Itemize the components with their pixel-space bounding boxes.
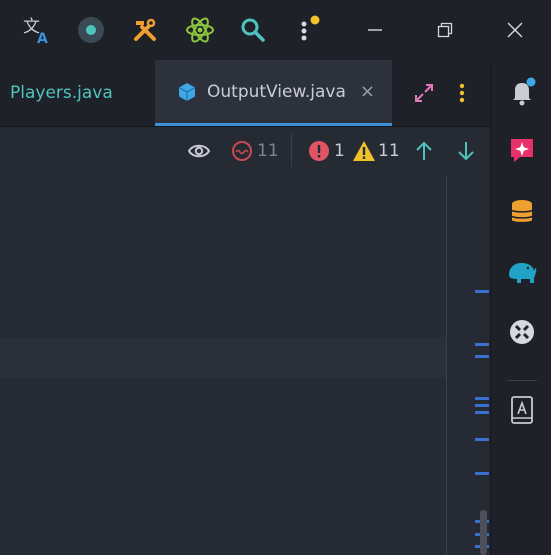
java-class-icon [177,82,197,102]
errors-indicator[interactable]: 1 [308,137,345,165]
more-menu-icon[interactable] [290,12,326,48]
error-stripe-marker[interactable] [475,404,489,407]
right-tool-sidebar [490,60,551,555]
spelling-count: 11 [257,141,279,161]
tab-players-java[interactable]: Players.java [0,60,155,126]
title-bar: 文 A [0,0,551,60]
tab-options-icon[interactable] [450,60,474,126]
warning-count: 11 [378,141,400,161]
gradle-elephant-icon[interactable] [505,255,539,289]
toolbar-divider [291,133,292,167]
atom-icon[interactable] [182,12,218,48]
tab-label: OutputView.java [207,81,346,102]
xss-tool-icon[interactable] [505,315,539,349]
typo-icon [231,140,253,162]
svg-text:A: A [37,31,48,46]
record-icon[interactable] [73,12,109,48]
error-icon [308,140,330,162]
error-stripe-marker[interactable] [475,343,489,346]
error-stripe-marker[interactable] [475,438,489,441]
inspection-toolbar: 11 1 11 [0,127,490,175]
current-line-highlight [0,337,446,379]
translate-icon[interactable]: 文 A [18,12,54,48]
ai-assistant-icon[interactable] [505,133,539,167]
database-icon[interactable] [505,195,539,229]
search-icon[interactable] [235,12,271,48]
error-stripe-marker[interactable] [475,411,489,414]
spelling-issues-indicator[interactable]: 11 [231,137,279,165]
sidebar-divider [507,380,537,381]
next-issue-arrow-down-icon[interactable] [456,137,476,165]
minimize-icon[interactable] [355,10,395,50]
expand-icon[interactable] [408,60,440,126]
build-tools-icon[interactable] [127,12,163,48]
tab-outputview-java[interactable]: OutputView.java × [155,60,392,126]
previous-issue-arrow-up-icon[interactable] [414,137,434,165]
tab-close-icon[interactable]: × [360,81,375,102]
error-stripe-marker[interactable] [475,397,489,400]
close-icon[interactable] [495,10,535,50]
error-stripe-marker[interactable] [475,355,489,358]
warnings-indicator[interactable]: 11 [352,137,400,165]
error-stripe-marker[interactable] [475,290,489,293]
tab-label: Players.java [10,83,113,103]
restore-icon[interactable] [425,10,465,50]
notifications-bell-icon[interactable] [505,75,539,109]
error-stripe-marker[interactable] [475,472,489,475]
right-margin-guide [446,175,447,555]
error-count: 1 [334,141,345,161]
vertical-scrollbar-thumb[interactable] [480,510,487,555]
warning-icon [352,140,376,162]
editor-tab-bar: Players.java OutputView.java × [0,60,490,127]
dictionary-book-icon[interactable] [505,393,539,427]
reader-mode-eye-icon[interactable] [187,137,211,165]
code-editor[interactable] [0,175,490,555]
